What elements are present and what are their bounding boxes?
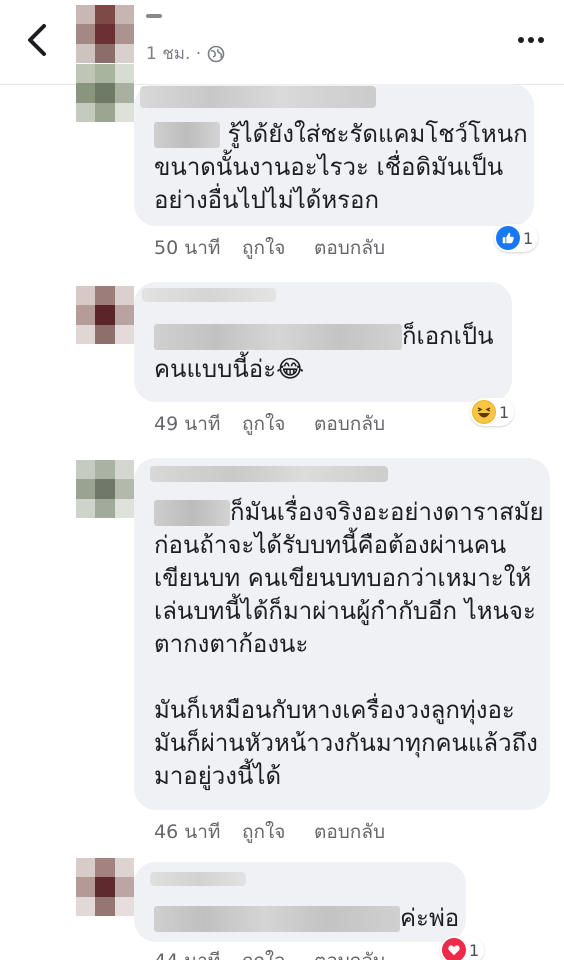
globe-icon	[207, 45, 225, 62]
comment-line: เล่นบทนี้ได้ก็มาผ่านผู้กำกับอีก ไหนจะ	[154, 597, 536, 625]
mention-tag[interactable]	[154, 500, 230, 526]
comment-time[interactable]: 49 นาที	[154, 409, 242, 439]
like-icon	[496, 226, 520, 250]
comment-line: อย่างอื่นไปไม่ได้หรอก	[154, 186, 379, 214]
post-timestamp[interactable]: 1 ชม. ·	[146, 40, 201, 67]
commenter-name[interactable]	[142, 288, 276, 302]
comment-line: เขียนบท คนเขียนบทบอกว่าเหมาะให้	[154, 564, 532, 592]
reaction-summary[interactable]: 1	[440, 936, 485, 960]
post-author-avatar[interactable]	[76, 5, 134, 63]
commenter-avatar[interactable]	[76, 64, 134, 122]
commenter-name[interactable]	[150, 872, 246, 886]
comment-line: ก่อนถ้าจะได้รับบทนี้คือต้องผ่านคน	[154, 531, 507, 559]
commenter-avatar[interactable]	[76, 858, 134, 916]
commenter-name[interactable]	[150, 466, 388, 482]
comment-text: ค่ะพ่อ	[154, 902, 459, 935]
commenter-avatar[interactable]	[76, 460, 134, 518]
love-icon	[442, 938, 466, 960]
reaction-count: 1	[523, 228, 534, 248]
reaction-summary[interactable]: 1	[470, 398, 515, 426]
more-dot	[518, 37, 524, 43]
comment-actions: 46 นาที ถูกใจ ตอบกลับ	[154, 817, 385, 847]
comment-line: ก็เอกเป็น	[402, 322, 494, 350]
comment-line: มันก็ผ่านหัวหน้าวงกันมาทุกคนแล้วถึง	[154, 729, 538, 757]
mention-tag[interactable]	[154, 122, 220, 148]
comment-actions: 50 นาที ถูกใจ ตอบกลับ	[154, 233, 385, 263]
like-button[interactable]: ถูกใจ	[242, 946, 314, 960]
reaction-count: 1	[469, 940, 480, 960]
comment-line: คนแบบนี้อ่ะ😂	[154, 355, 305, 383]
reaction-summary[interactable]: 1	[494, 224, 539, 252]
reaction-count: 1	[499, 402, 510, 422]
like-button[interactable]: ถูกใจ	[242, 233, 314, 263]
more-options-button[interactable]	[518, 30, 546, 50]
comment-line	[154, 661, 544, 694]
comment-line: ตากงตาก้องนะ	[154, 630, 309, 658]
comment-line: ขนาดนั้นงานอะไรวะ เชื่อดิมันเป็น	[154, 153, 504, 181]
reply-button[interactable]: ตอบกลับ	[314, 233, 385, 263]
comment-time[interactable]: 46 นาที	[154, 817, 242, 847]
comment-line: ก็มันเรื่องจริงอะอย่างดาราสมัย	[230, 498, 544, 526]
comment-time[interactable]: 44 นาที	[154, 946, 242, 960]
haha-icon	[472, 400, 496, 424]
comment-actions: 49 นาที ถูกใจ ตอบกลับ	[154, 409, 385, 439]
reply-button[interactable]: ตอบกลับ	[314, 946, 385, 960]
commenter-avatar[interactable]	[76, 286, 134, 344]
comment-line: ค่ะพ่อ	[400, 904, 460, 932]
mention-tag[interactable]	[154, 324, 402, 350]
comment-text: รู้ได้ยังใส่ชะรัดแคมโชว์โหนก ขนาดนั้นงาน…	[154, 118, 528, 217]
chevron-left-icon	[28, 24, 46, 56]
mention-tag[interactable]	[154, 906, 400, 932]
comment-text: ก็เอกเป็น คนแบบนี้อ่ะ😂	[154, 320, 494, 386]
comment-actions: 44 นาที ถูกใจ ตอบกลับ	[154, 946, 385, 960]
comment-line: รู้ได้ยังใส่ชะรัดแคมโชว์โหนก	[227, 120, 528, 148]
like-button[interactable]: ถูกใจ	[242, 817, 314, 847]
more-dot	[538, 37, 544, 43]
post-author-name[interactable]	[146, 14, 162, 18]
commenter-name[interactable]	[140, 86, 376, 108]
post-meta: 1 ชม. ·	[146, 40, 225, 67]
reply-button[interactable]: ตอบกลับ	[314, 409, 385, 439]
comment-time[interactable]: 50 นาที	[154, 233, 242, 263]
comment-line: มาอยู่วงนี้ได้	[154, 762, 282, 790]
comment-text: ก็มันเรื่องจริงอะอย่างดาราสมัย ก่อนถ้าจะ…	[154, 496, 544, 793]
back-button[interactable]	[22, 20, 52, 60]
like-button[interactable]: ถูกใจ	[242, 409, 314, 439]
more-dot	[528, 37, 534, 43]
comment-line: มันก็เหมือนกับหางเครื่องวงลูกทุ่งอะ	[154, 696, 515, 724]
reply-button[interactable]: ตอบกลับ	[314, 817, 385, 847]
